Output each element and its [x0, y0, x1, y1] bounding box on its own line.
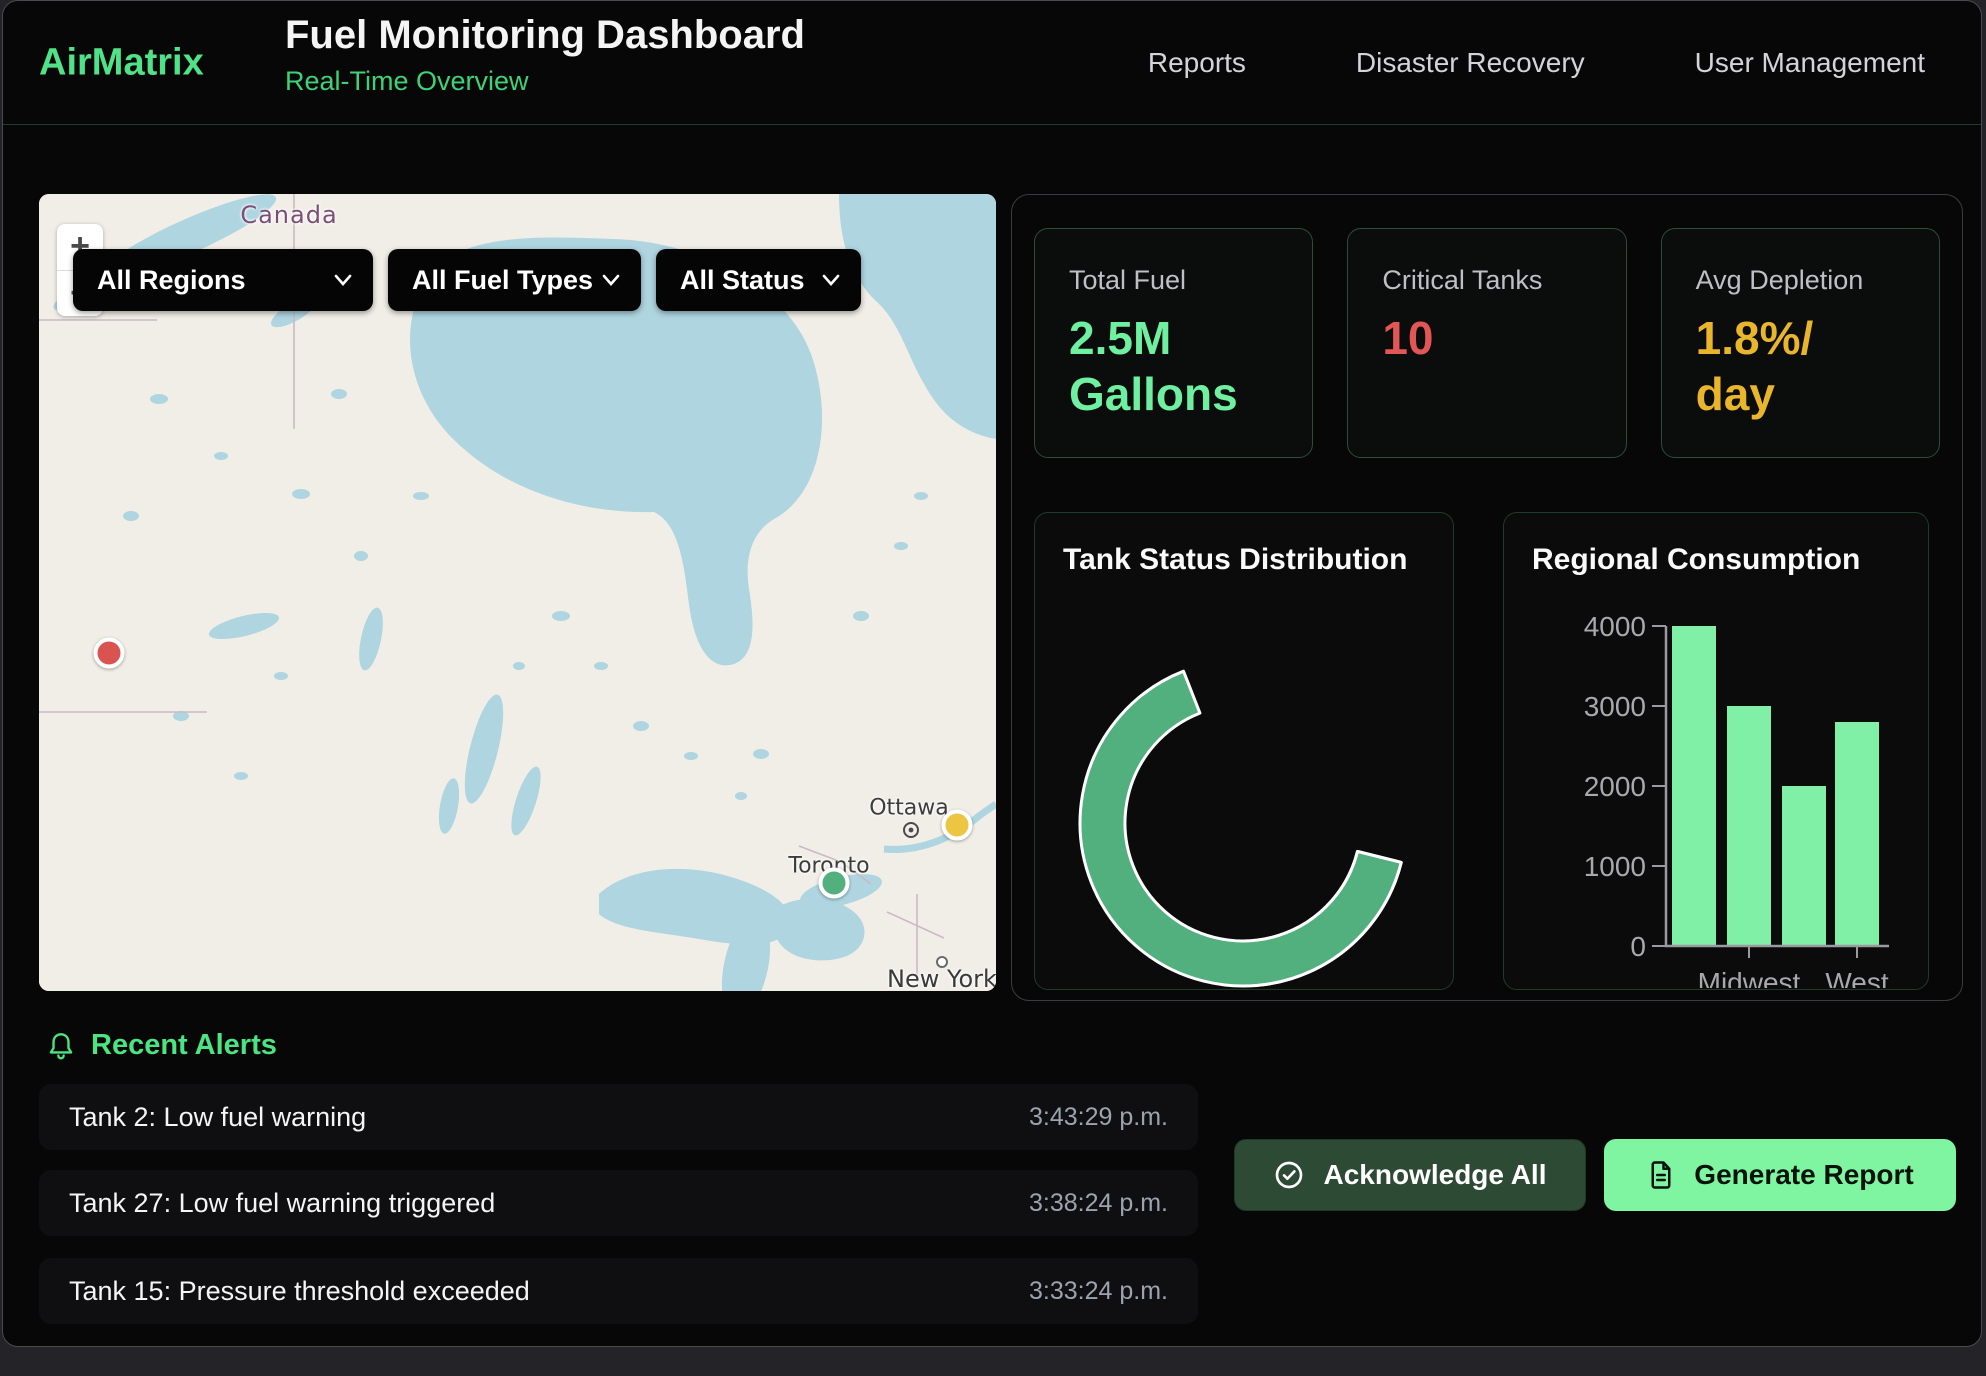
tank-marker-warning[interactable]	[942, 810, 973, 841]
alert-row[interactable]: Tank 27: Low fuel warning triggered 3:38…	[39, 1170, 1198, 1236]
regional-consumption-bar-chart: 0 1000 2000 3000 4000 Midwest West	[1504, 513, 1930, 988]
alert-time: 3:43:29 p.m.	[1029, 1103, 1168, 1132]
generate-report-label: Generate Report	[1694, 1159, 1913, 1191]
chevron-down-icon	[333, 273, 353, 287]
x-tick-label: West	[1825, 967, 1888, 988]
bar	[1727, 706, 1771, 946]
stat-card-critical-tanks: Critical Tanks 10	[1347, 228, 1626, 458]
tank-marker-critical[interactable]	[94, 638, 125, 669]
map-label-new-york: New York	[887, 965, 996, 991]
stat-label: Total Fuel	[1069, 265, 1278, 296]
stat-value: 1.8%/ day	[1696, 310, 1905, 422]
y-tick-label: 2000	[1584, 771, 1646, 802]
brand-logo: AirMatrix	[39, 41, 204, 84]
alerts-title: Recent Alerts	[91, 1029, 277, 1062]
page-subtitle: Real-Time Overview	[285, 66, 805, 97]
stat-value: 10	[1382, 310, 1591, 366]
stat-card-total-fuel: Total Fuel 2.5M Gallons	[1034, 228, 1313, 458]
alert-time: 3:38:24 p.m.	[1029, 1189, 1168, 1218]
status-dropdown[interactable]: All Status	[656, 249, 861, 311]
alert-time: 3:33:24 p.m.	[1029, 1277, 1168, 1306]
alert-row[interactable]: Tank 15: Pressure threshold exceeded 3:3…	[39, 1258, 1198, 1324]
nav-user-management[interactable]: User Management	[1695, 47, 1925, 79]
x-tick-label: Midwest	[1698, 967, 1801, 988]
chevron-down-icon	[821, 273, 841, 287]
header: AirMatrix Fuel Monitoring Dashboard Real…	[3, 1, 1981, 125]
page-title: Fuel Monitoring Dashboard	[285, 13, 805, 58]
nav-reports[interactable]: Reports	[1148, 47, 1246, 79]
acknowledge-all-button[interactable]: Acknowledge All	[1234, 1139, 1586, 1211]
title-block: Fuel Monitoring Dashboard Real-Time Over…	[285, 13, 805, 97]
y-tick-label: 1000	[1584, 851, 1646, 882]
y-tick-label: 0	[1630, 931, 1646, 962]
map[interactable]: + − All Regions All Fuel Types All Statu…	[39, 194, 996, 991]
stat-label: Avg Depletion	[1696, 265, 1905, 296]
tank-status-donut-chart	[1035, 513, 1455, 988]
app-window: AirMatrix Fuel Monitoring Dashboard Real…	[2, 0, 1982, 1347]
stat-value: 2.5M Gallons	[1069, 310, 1278, 422]
bell-icon	[45, 1030, 77, 1062]
chart-title: Regional Consumption	[1532, 543, 1860, 577]
map-label-ottawa: Ottawa	[869, 796, 949, 821]
bar	[1782, 786, 1826, 946]
donut-segment-normal	[1080, 671, 1401, 986]
regions-dropdown-value: All Regions	[97, 265, 246, 296]
stats-row: Total Fuel 2.5M Gallons Critical Tanks 1…	[1034, 228, 1940, 458]
nav-disaster-recovery[interactable]: Disaster Recovery	[1356, 47, 1585, 79]
document-icon	[1646, 1160, 1676, 1190]
generate-report-button[interactable]: Generate Report	[1604, 1139, 1956, 1211]
stat-label: Critical Tanks	[1382, 265, 1591, 296]
map-label-canada: Canada	[240, 201, 337, 229]
y-tick-label: 4000	[1584, 611, 1646, 642]
alert-text: Tank 27: Low fuel warning triggered	[69, 1188, 495, 1219]
check-circle-icon	[1273, 1159, 1305, 1191]
alert-text: Tank 15: Pressure threshold exceeded	[69, 1276, 530, 1307]
chart-title: Tank Status Distribution	[1063, 543, 1407, 577]
alert-row[interactable]: Tank 2: Low fuel warning 3:43:29 p.m.	[39, 1084, 1198, 1150]
bar	[1672, 626, 1716, 946]
fuel-types-dropdown-value: All Fuel Types	[412, 265, 593, 296]
chevron-down-icon	[601, 273, 621, 287]
acknowledge-all-label: Acknowledge All	[1323, 1159, 1546, 1191]
alerts-header: Recent Alerts	[45, 1029, 277, 1062]
regions-dropdown[interactable]: All Regions	[73, 249, 373, 311]
metrics-panel: Total Fuel 2.5M Gallons Critical Tanks 1…	[1011, 194, 1963, 1001]
alert-text: Tank 2: Low fuel warning	[69, 1102, 366, 1133]
y-tick-label: 3000	[1584, 691, 1646, 722]
fuel-types-dropdown[interactable]: All Fuel Types	[388, 249, 641, 311]
status-dropdown-value: All Status	[680, 265, 805, 296]
tank-marker-normal[interactable]	[819, 868, 850, 899]
regional-consumption-card: Regional Consumption 0 1000 2000 3000 4000 Mi…	[1503, 512, 1929, 990]
tank-status-card: Tank Status Distribution	[1034, 512, 1454, 990]
main-nav: Reports Disaster Recovery User Managemen…	[1148, 1, 1981, 124]
stat-card-avg-depletion: Avg Depletion 1.8%/ day	[1661, 228, 1940, 458]
map-filter-bar: All Regions All Fuel Types All Status	[73, 249, 861, 311]
bar	[1835, 722, 1879, 946]
